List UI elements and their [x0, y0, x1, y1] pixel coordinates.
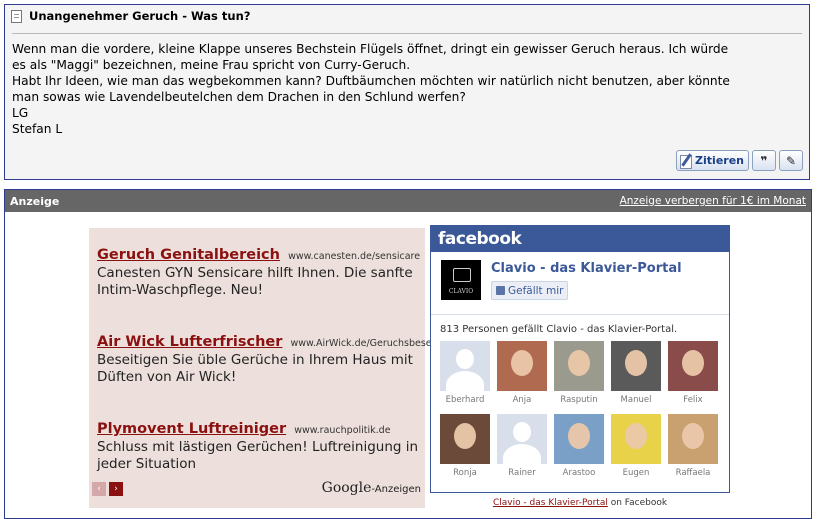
facebook-page-info: CLAVIO Clavio - das Klavier-Portal Gefäl… [431, 252, 729, 315]
google-logo: Google [321, 480, 372, 496]
google-ad-title[interactable]: Plymovent Luftreiniger [97, 421, 286, 437]
chevron-right-icon: › [114, 484, 118, 494]
post-divider [12, 33, 802, 34]
fan-name[interactable]: Ronja [440, 468, 490, 478]
document-icon [11, 9, 22, 23]
like-button-label: Gefällt mir [508, 284, 564, 297]
fan-item[interactable]: Rainer [497, 414, 547, 478]
piano-icon [453, 268, 471, 282]
quote-button[interactable]: Zitieren [676, 150, 749, 171]
post-title: Unangenehmer Geruch - Was tun? [29, 9, 251, 23]
fan-avatar[interactable] [497, 341, 547, 391]
clavio-logo[interactable]: CLAVIO [441, 260, 481, 300]
google-ad-title[interactable]: Geruch Genitalbereich [97, 247, 280, 263]
chevron-left-icon: ‹ [97, 484, 101, 494]
google-ad-url[interactable]: www.canesten.de/sensicare [288, 251, 420, 262]
fan-count: 813 Personen gefällt Clavio - das Klavie… [440, 324, 678, 335]
fan-avatar[interactable] [611, 341, 661, 391]
post-line: es als "Maggi" bezeichnen, meine Frau sp… [12, 58, 411, 72]
fan-item[interactable]: Eberhard [440, 341, 490, 405]
google-ad-item: Air Wick Lufterfrischer www.AirWick.de/G… [97, 331, 453, 386]
fan-avatar[interactable] [554, 341, 604, 391]
google-ad-item: Geruch Genitalbereich www.canesten.de/se… [97, 244, 423, 299]
multi-quote-icon: ❞ [760, 153, 768, 168]
fan-item[interactable]: Rasputin [554, 341, 604, 405]
fan-name[interactable]: Manuel [611, 395, 661, 405]
google-ads-suffix: -Anzeigen [371, 484, 421, 495]
fan-name[interactable]: Rasputin [554, 395, 604, 405]
fan-name[interactable]: Eugen [611, 468, 661, 478]
facebook-page-name[interactable]: Clavio - das Klavier-Portal [491, 261, 682, 276]
google-ad-unit: Geruch Genitalbereich www.canesten.de/se… [89, 228, 453, 508]
quote-button-label: Zitieren [695, 154, 744, 167]
fan-name[interactable]: Eberhard [440, 395, 490, 405]
facebook-footer: Clavio - das Klavier-Portal on Facebook [430, 498, 730, 508]
fan-grid: Eberhard Anja Rasputin Manuel Felix Ronja Rain… [440, 341, 718, 478]
ad-header-bar: Anzeige Anzeige verbergen für 1€ im Mona… [5, 190, 811, 212]
fan-item[interactable]: Anja [497, 341, 547, 405]
multi-quote-button[interactable]: ❞ [752, 150, 776, 171]
facebook-header: facebook [431, 226, 729, 252]
google-ad-url[interactable]: www.rauchpolitik.de [294, 425, 390, 436]
fan-name[interactable]: Anja [497, 395, 547, 405]
post-line: Habt Ihr Ideen, wie man das wegbekommen … [12, 74, 730, 88]
google-ad-text: Schluss mit lästigen Gerüchen! Luftreini… [97, 439, 419, 472]
forum-post: Unangenehmer Geruch - Was tun? Wenn man … [4, 4, 810, 180]
post-line: Stefan L [12, 122, 63, 136]
google-ad-url[interactable]: www.AirWick.de/Geruchsbeseitigu [291, 338, 453, 349]
post-actions: Zitieren ❞ ✎ [676, 150, 803, 171]
fan-item[interactable]: Felix [668, 341, 718, 405]
ad-section: Anzeige Anzeige verbergen für 1€ im Mona… [4, 189, 812, 519]
fan-avatar[interactable] [440, 414, 490, 464]
google-ad-nav: ‹ › [92, 482, 123, 496]
post-line: Wenn man die vordere, kleine Klappe unse… [12, 42, 729, 56]
fan-avatar[interactable] [554, 414, 604, 464]
ad-section-title: Anzeige [10, 194, 60, 208]
post-line: LG [12, 106, 29, 120]
like-button[interactable]: Gefällt mir [491, 281, 569, 300]
fan-name[interactable]: Rainer [497, 468, 547, 478]
fan-item[interactable]: Arastoo [554, 414, 604, 478]
google-ad-text: Beseitigen Sie üble Gerüche in Ihrem Hau… [97, 352, 413, 385]
fan-item[interactable]: Raffaela [668, 414, 718, 478]
edit-button[interactable]: ✎ [779, 150, 803, 171]
fan-name[interactable]: Arastoo [554, 468, 604, 478]
post-title-row: Unangenehmer Geruch - Was tun? [11, 9, 250, 23]
google-ad-item: Plymovent Luftreiniger www.rauchpolitik.… [97, 418, 423, 473]
edit-icon: ✎ [785, 153, 797, 168]
fan-name[interactable]: Felix [668, 395, 718, 405]
fan-avatar[interactable] [668, 414, 718, 464]
thumbs-up-icon [496, 286, 505, 295]
google-ad-title[interactable]: Air Wick Lufterfrischer [97, 334, 282, 350]
hide-ads-link[interactable]: Anzeige verbergen für 1€ im Monat [620, 195, 806, 207]
google-ads-label[interactable]: Google-Anzeigen [322, 480, 421, 496]
facebook-footer-suffix: on Facebook [607, 498, 668, 508]
fan-avatar[interactable] [668, 341, 718, 391]
fan-name[interactable]: Raffaela [668, 468, 718, 478]
fan-item[interactable]: Eugen [611, 414, 661, 478]
fan-avatar[interactable] [497, 414, 547, 464]
facebook-like-box: facebook CLAVIO Clavio - das Klavier-Por… [430, 225, 730, 493]
facebook-footer-link[interactable]: Clavio - das Klavier-Portal [493, 498, 608, 508]
fan-item[interactable]: Manuel [611, 341, 661, 405]
ad-prev-button[interactable]: ‹ [92, 482, 106, 496]
fan-avatar[interactable] [440, 341, 490, 391]
post-line: man sowas wie Lavendelbeutelchen dem Dra… [12, 90, 466, 104]
logo-text: CLAVIO [448, 288, 474, 295]
fan-avatar[interactable] [611, 414, 661, 464]
pen-icon [679, 153, 693, 169]
post-body: Wenn man die vordere, kleine Klappe unse… [12, 41, 804, 137]
ad-next-button[interactable]: › [109, 482, 123, 496]
fan-item[interactable]: Ronja [440, 414, 490, 478]
google-ad-text: Canesten GYN Sensicare hilft Ihnen. Die … [97, 265, 413, 298]
